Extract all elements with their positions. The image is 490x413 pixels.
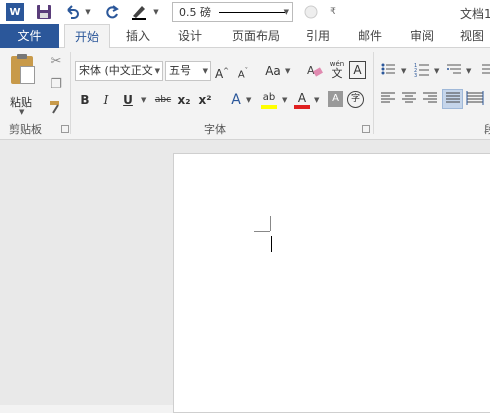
- numbering-icon[interactable]: 123: [414, 61, 430, 81]
- pen-dropdown-icon[interactable]: ▼: [152, 3, 160, 21]
- group-label-paragraph: 段: [484, 123, 490, 136]
- decrease-indent-icon[interactable]: [480, 61, 490, 81]
- highlight-button[interactable]: ab: [259, 88, 279, 109]
- font-color-dropdown-icon[interactable]: ▼: [314, 90, 319, 110]
- copy-icon[interactable]: ❐: [47, 77, 65, 93]
- ribbon-home: 粘贴 ▼ ✂ ❐ 剪贴板 ↘ 宋体 (中文正文 ▼ 五号 ▼ A^ Aˇ Aa …: [0, 48, 490, 140]
- clear-formatting-icon[interactable]: A: [306, 61, 324, 81]
- undo-dropdown-icon[interactable]: ▼: [84, 3, 92, 21]
- underline-button[interactable]: U: [121, 90, 135, 110]
- multilevel-list-icon[interactable]: [446, 61, 462, 81]
- chevron-down-icon: ▼: [19, 108, 25, 116]
- phonetic-guide-char: 文: [331, 67, 343, 80]
- chevron-down-icon: ▼: [154, 67, 160, 75]
- document-title: 文档1: [460, 7, 490, 21]
- font-name-select[interactable]: 宋体 (中文正文 ▼: [75, 61, 163, 81]
- tab-design[interactable]: 设计: [170, 24, 210, 48]
- change-case-button[interactable]: Aa: [262, 61, 284, 81]
- align-right-icon[interactable]: [422, 90, 438, 110]
- tab-insert[interactable]: 插入: [118, 24, 158, 48]
- bullets-dropdown-icon[interactable]: ▼: [401, 61, 406, 81]
- character-border-button[interactable]: A: [349, 61, 366, 79]
- superscript-button[interactable]: x²: [197, 90, 213, 110]
- cut-icon[interactable]: ✂: [47, 54, 65, 70]
- margin-marker: [254, 231, 270, 232]
- paste-icon: [11, 54, 35, 84]
- grow-font-icon[interactable]: A^: [214, 61, 230, 81]
- bullets-icon[interactable]: [380, 61, 396, 81]
- group-divider: [373, 52, 374, 134]
- tab-references[interactable]: 引用: [298, 24, 338, 48]
- font-size-select[interactable]: 五号 ▼: [165, 61, 211, 81]
- distributed-icon[interactable]: [466, 90, 484, 110]
- subscript-button[interactable]: x₂: [176, 90, 192, 110]
- phonetic-guide-button[interactable]: wén 文: [327, 59, 347, 79]
- ribbon-tabs: 文件 开始 插入 设计 页面布局 引用 邮件 审阅 视图: [0, 24, 490, 49]
- align-center-icon[interactable]: [401, 90, 417, 110]
- document-page[interactable]: [173, 153, 490, 413]
- paste-button[interactable]: 粘贴 ▼: [6, 54, 38, 116]
- justify-icon[interactable]: [442, 89, 463, 109]
- line-sample: [219, 11, 285, 13]
- bold-button[interactable]: B: [78, 90, 92, 110]
- group-divider: [70, 52, 71, 134]
- tab-view[interactable]: 视图: [452, 24, 490, 48]
- customize-qat-icon[interactable]: ₹: [328, 3, 338, 21]
- svg-text:A: A: [307, 64, 315, 77]
- quick-access-toolbar: W ▼ ▼ 0.5 磅 ▼ ₹ 文档1: [0, 0, 490, 24]
- font-size-value: 五号: [169, 64, 191, 77]
- svg-text:3: 3: [414, 73, 417, 77]
- font-color-button[interactable]: A: [294, 88, 310, 109]
- font-color-swatch: [294, 105, 310, 109]
- line-weight-value: 0.5 磅: [179, 6, 211, 19]
- text-cursor: [271, 236, 272, 252]
- tab-review[interactable]: 审阅: [402, 24, 442, 48]
- tab-page-layout[interactable]: 页面布局: [224, 24, 288, 48]
- clipboard-launcher-icon[interactable]: ↘: [61, 125, 69, 133]
- group-label-clipboard: 剪贴板: [9, 123, 42, 136]
- font-color-label: A: [297, 91, 307, 105]
- chevron-down-icon: ▼: [202, 67, 208, 75]
- line-weight-select[interactable]: 0.5 磅 ▼: [172, 2, 293, 22]
- shrink-font-icon[interactable]: Aˇ: [235, 61, 251, 81]
- word-app-icon[interactable]: W: [6, 3, 24, 21]
- repeat-icon[interactable]: [104, 3, 120, 21]
- italic-button[interactable]: I: [99, 90, 113, 110]
- tab-home[interactable]: 开始: [64, 24, 110, 49]
- chevron-down-icon: ▼: [283, 8, 289, 16]
- circle-icon[interactable]: [302, 3, 320, 21]
- format-painter-icon[interactable]: [47, 99, 65, 115]
- numbering-dropdown-icon[interactable]: ▼: [434, 61, 439, 81]
- save-icon[interactable]: [36, 3, 52, 21]
- document-workspace: [0, 140, 490, 413]
- tab-mailings[interactable]: 邮件: [350, 24, 390, 48]
- character-shading-button[interactable]: A: [328, 91, 343, 107]
- multilevel-list-dropdown-icon[interactable]: ▼: [466, 61, 471, 81]
- font-name-value: 宋体 (中文正文: [79, 64, 153, 77]
- highlight-label: ab: [262, 92, 276, 103]
- text-effects-dropdown-icon[interactable]: ▼: [246, 90, 251, 110]
- highlight-swatch: [261, 105, 277, 109]
- highlight-dropdown-icon[interactable]: ▼: [282, 90, 287, 110]
- strikethrough-button[interactable]: abc: [153, 90, 173, 110]
- margin-marker: [270, 216, 271, 231]
- tab-file[interactable]: 文件: [0, 24, 59, 48]
- font-launcher-icon[interactable]: ↘: [362, 125, 370, 133]
- change-case-dropdown-icon[interactable]: ▼: [285, 61, 290, 81]
- text-effects-button[interactable]: A: [228, 90, 244, 110]
- underline-dropdown-icon[interactable]: ▼: [141, 90, 146, 110]
- enclose-characters-button[interactable]: 字: [347, 91, 364, 108]
- undo-icon[interactable]: [64, 3, 80, 21]
- pen-icon[interactable]: [130, 3, 148, 21]
- align-left-icon[interactable]: [380, 90, 396, 110]
- group-label-font: 字体: [204, 123, 226, 136]
